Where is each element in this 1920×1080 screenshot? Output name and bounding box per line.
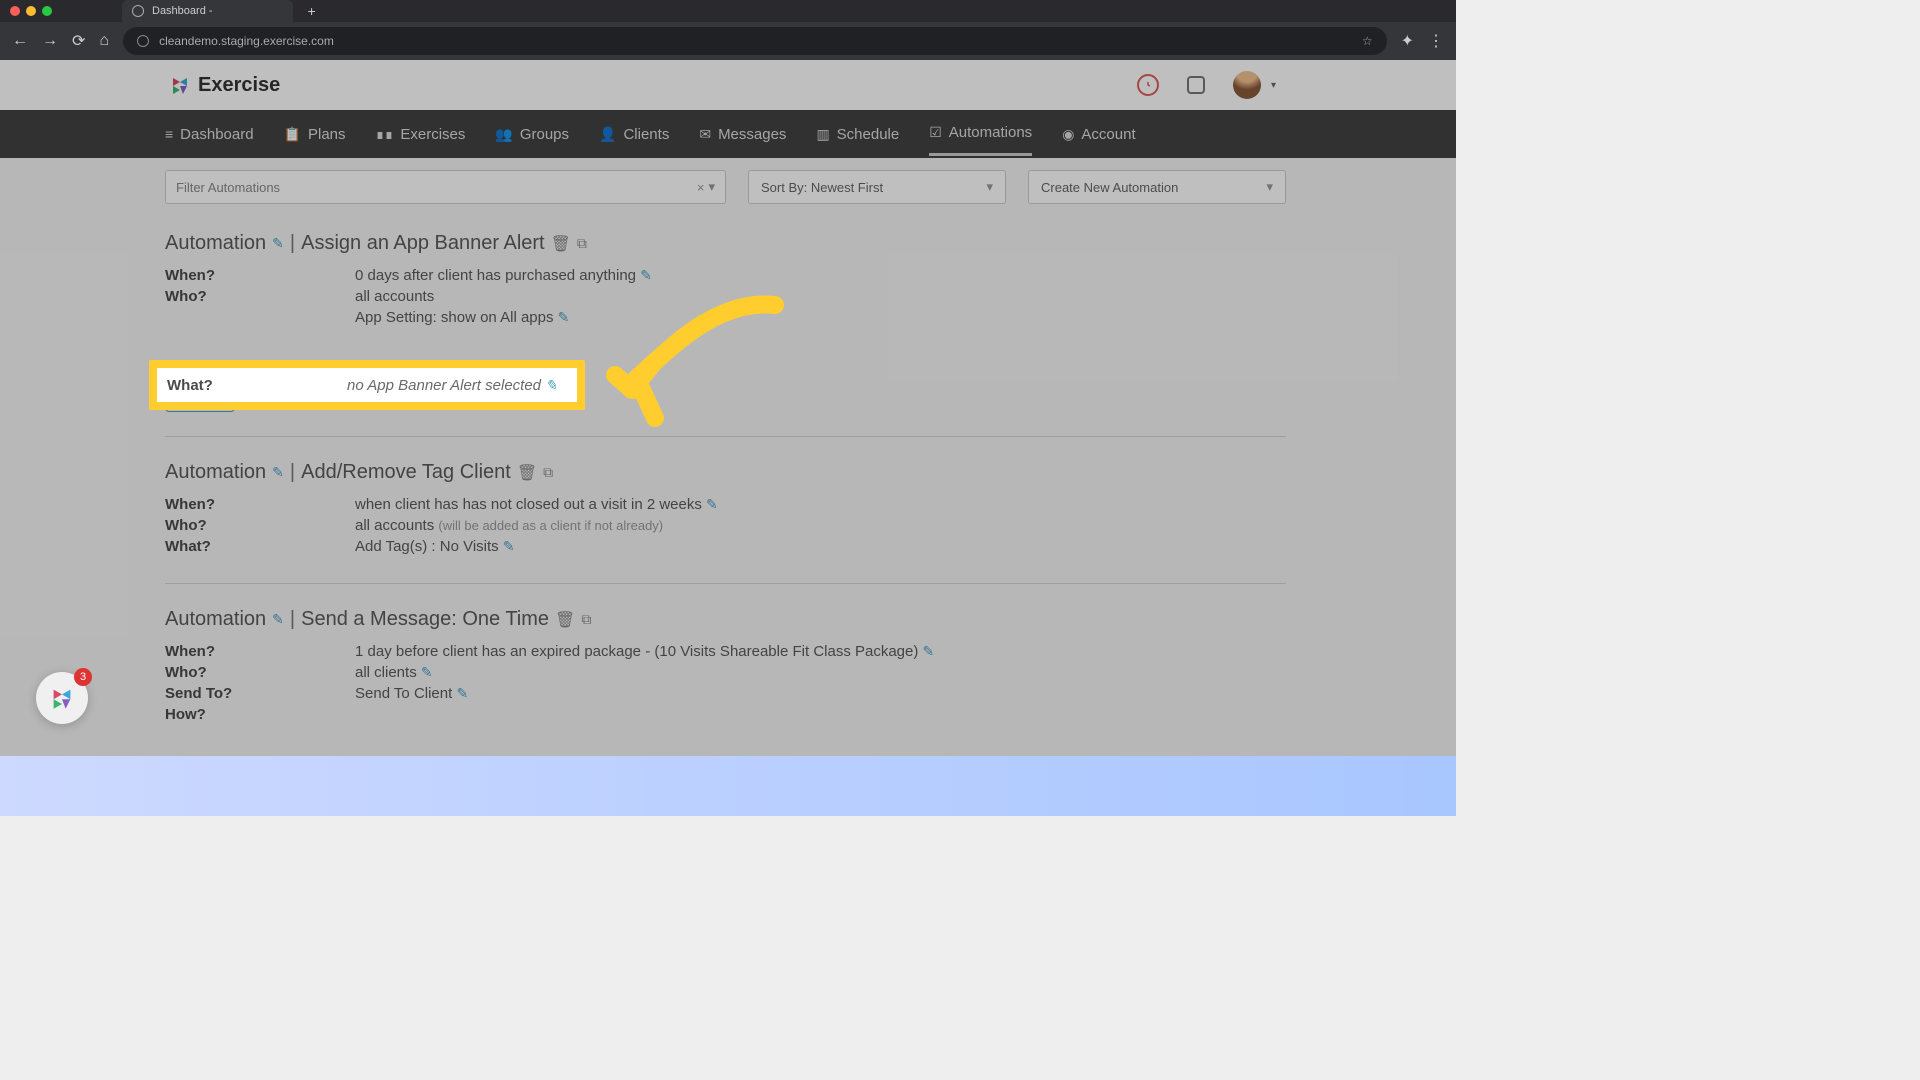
nav-automations[interactable]: ☑Automations <box>929 112 1032 156</box>
tab-title: Dashboard - <box>152 5 213 17</box>
nav-messages[interactable]: ✉Messages <box>699 114 786 155</box>
site-info-icon <box>137 35 149 47</box>
users-icon: 👥 <box>495 126 512 143</box>
home-icon[interactable]: ⌂ <box>99 32 109 50</box>
reload-icon[interactable]: ⟳ <box>72 31 85 51</box>
label-who: Who? <box>165 517 355 534</box>
nav-groups[interactable]: 👥Groups <box>495 114 569 155</box>
copy-icon[interactable]: ⧉ <box>581 611 591 628</box>
back-icon[interactable]: ← <box>12 32 28 50</box>
copy-icon[interactable]: ⧉ <box>543 464 553 481</box>
automation-card: Automation ✎ | Send a Message: One Time … <box>165 608 1286 751</box>
pencil-icon[interactable]: ✎ <box>706 496 718 512</box>
globe-icon <box>132 5 144 17</box>
create-label: Create New Automation <box>1041 180 1178 195</box>
browser-tab[interactable]: Dashboard - <box>122 0 293 22</box>
browser-toolbar: ← → ⟳ ⌂ cleandemo.staging.exercise.com ☆… <box>0 22 1456 60</box>
nav-clients[interactable]: 👤Clients <box>599 114 669 155</box>
book-icon: ▥ <box>816 126 829 143</box>
bottom-gradient <box>0 756 1456 816</box>
close-window-icon[interactable] <box>10 6 20 16</box>
sliders-icon: ∎∎ <box>376 126 394 143</box>
header-right: ▾ <box>1137 71 1276 99</box>
card-title: Automation ✎ | Assign an App Banner Aler… <box>165 232 1286 255</box>
label-who: Who? <box>165 664 355 681</box>
pencil-icon[interactable]: ✎ <box>923 643 935 659</box>
label-who: Who? <box>165 288 355 305</box>
pencil-icon[interactable]: ✎ <box>272 611 284 628</box>
pencil-icon[interactable]: ✎ <box>421 664 433 680</box>
window-controls <box>10 6 52 16</box>
label-when: When? <box>165 643 355 660</box>
chevron-down-icon: ▾ <box>986 179 993 195</box>
browser-tab-bar: Dashboard - + <box>0 0 1456 22</box>
sort-label: Sort By: Newest First <box>761 180 883 195</box>
annotation-arrow <box>600 290 800 435</box>
forward-icon[interactable]: → <box>42 32 58 50</box>
app-header: Exercise ▾ <box>0 60 1456 110</box>
url-text: cleandemo.staging.exercise.com <box>159 34 334 48</box>
create-automation-select[interactable]: Create New Automation ▾ <box>1028 170 1286 204</box>
envelope-icon: ✉ <box>699 126 711 143</box>
sort-select[interactable]: Sort By: Newest First ▾ <box>748 170 1006 204</box>
trash-icon[interactable]: 🗑 <box>551 234 571 254</box>
pencil-icon[interactable]: ✎ <box>456 685 468 701</box>
copy-icon[interactable]: ⧉ <box>577 235 587 252</box>
address-bar[interactable]: cleandemo.staging.exercise.com ☆ <box>123 27 1387 55</box>
pencil-icon[interactable]: ✎ <box>558 309 570 325</box>
card-title: Automation ✎ | Send a Message: One Time … <box>165 608 1286 631</box>
nav-dashboard[interactable]: ≡Dashboard <box>165 114 254 155</box>
card-title: Automation ✎ | Add/Remove Tag Client 🗑 ⧉ <box>165 461 1286 484</box>
nav-plans[interactable]: 📋Plans <box>284 114 346 155</box>
chevron-down-icon[interactable]: ▾ <box>708 179 715 195</box>
trash-icon[interactable]: 🗑 <box>555 610 575 630</box>
pencil-icon[interactable]: ✎ <box>640 267 652 283</box>
extensions-icon[interactable]: ✦ <box>1401 31 1414 51</box>
trash-icon[interactable]: 🗑 <box>517 463 537 483</box>
menu-icon[interactable]: ⋮ <box>1428 31 1444 51</box>
support-widget[interactable]: 3 <box>36 672 88 724</box>
user-icon: 👤 <box>599 126 616 143</box>
pencil-icon[interactable]: ✎ <box>272 464 284 481</box>
nav-account[interactable]: ◉Account <box>1062 114 1135 155</box>
automation-card: Automation ✎ | Add/Remove Tag Client 🗑 ⧉… <box>165 461 1286 584</box>
pencil-icon[interactable]: ✎ <box>503 538 515 554</box>
notification-badge: 3 <box>74 668 92 686</box>
filter-placeholder: Filter Automations <box>176 180 280 195</box>
avatar[interactable] <box>1233 71 1261 99</box>
clock-icon[interactable] <box>1137 74 1159 96</box>
logo-text: Exercise <box>198 74 280 97</box>
highlight-label: What? <box>167 377 347 394</box>
chevron-down-icon: ▾ <box>1266 179 1273 195</box>
list-icon: ≡ <box>165 126 173 142</box>
label-what: What? <box>165 538 355 555</box>
label-when: When? <box>165 267 355 284</box>
clear-icon[interactable]: × <box>697 180 709 195</box>
task-icon[interactable] <box>1187 76 1205 94</box>
pencil-icon[interactable]: ✎ <box>272 235 284 252</box>
main-nav: ≡Dashboard 📋Plans ∎∎Exercises 👥Groups 👤C… <box>0 110 1456 158</box>
content: Filter Automations × ▾ Sort By: Newest F… <box>0 158 1456 795</box>
bookmark-icon[interactable]: ☆ <box>1362 34 1373 48</box>
nav-exercises[interactable]: ∎∎Exercises <box>376 114 466 155</box>
check-icon: ☑ <box>929 124 942 141</box>
account-icon: ◉ <box>1062 126 1074 143</box>
minimize-window-icon[interactable] <box>26 6 36 16</box>
logo-icon <box>170 75 190 95</box>
filter-row: Filter Automations × ▾ Sort By: Newest F… <box>165 170 1286 204</box>
maximize-window-icon[interactable] <box>42 6 52 16</box>
filter-input[interactable]: Filter Automations × ▾ <box>165 170 726 204</box>
label-how: How? <box>165 706 355 723</box>
nav-schedule[interactable]: ▥Schedule <box>816 114 899 155</box>
pencil-icon[interactable]: ✎ <box>545 377 557 393</box>
label-sendto: Send To? <box>165 685 355 702</box>
clipboard-icon: 📋 <box>284 126 301 143</box>
logo-icon <box>50 686 74 710</box>
label-when: When? <box>165 496 355 513</box>
new-tab-button[interactable]: + <box>308 3 316 19</box>
chevron-down-icon[interactable]: ▾ <box>1271 80 1276 91</box>
highlight-callout: What? no App Banner Alert selected ✎ <box>149 360 585 410</box>
